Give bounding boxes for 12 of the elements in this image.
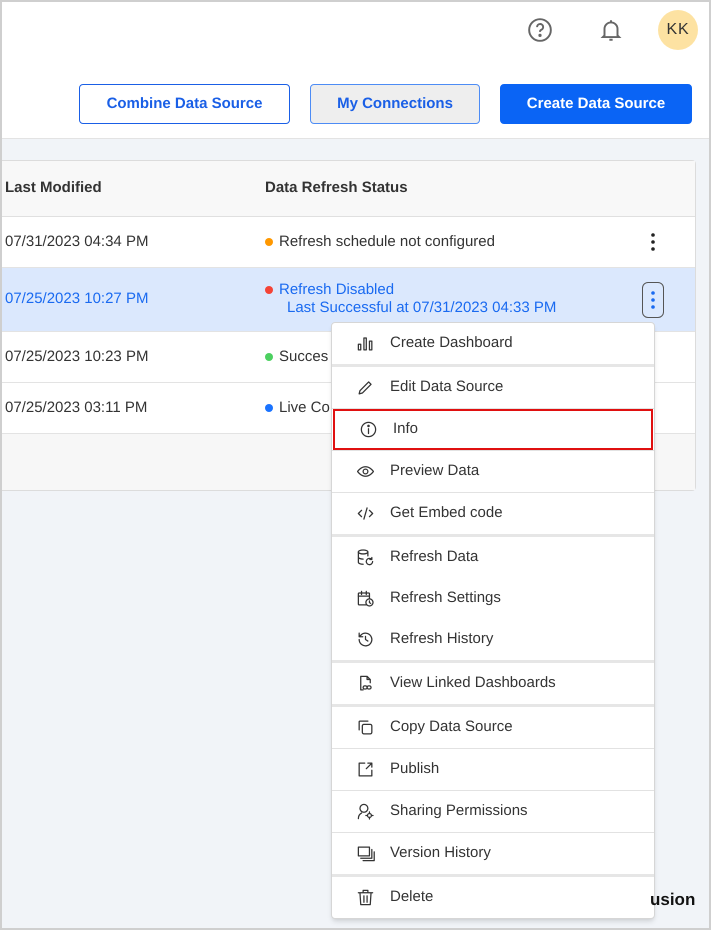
- logo-text: usion: [650, 889, 696, 911]
- status-detail: Last Successful at 07/31/2023 04:33 PM: [286, 299, 558, 317]
- column-header: Data Refresh Status: [265, 178, 409, 198]
- table-cell-text: 07/31/2023 04:34 PM: [4, 232, 150, 252]
- status-text: Refresh Disabled: [279, 281, 394, 299]
- status-text: Succes: [279, 348, 328, 366]
- column-header: Last Modified: [4, 178, 103, 198]
- table-cell-text: 07/25/2023 03:11 PM: [4, 398, 148, 418]
- table-cell-text: 07/25/2023 10:23 PM: [4, 346, 150, 367]
- status-text: Live Co: [279, 399, 330, 417]
- status-text: Refresh schedule not configured: [279, 233, 495, 251]
- table-cell-text: 07/25/2023 10:27 PM: [4, 289, 150, 310]
